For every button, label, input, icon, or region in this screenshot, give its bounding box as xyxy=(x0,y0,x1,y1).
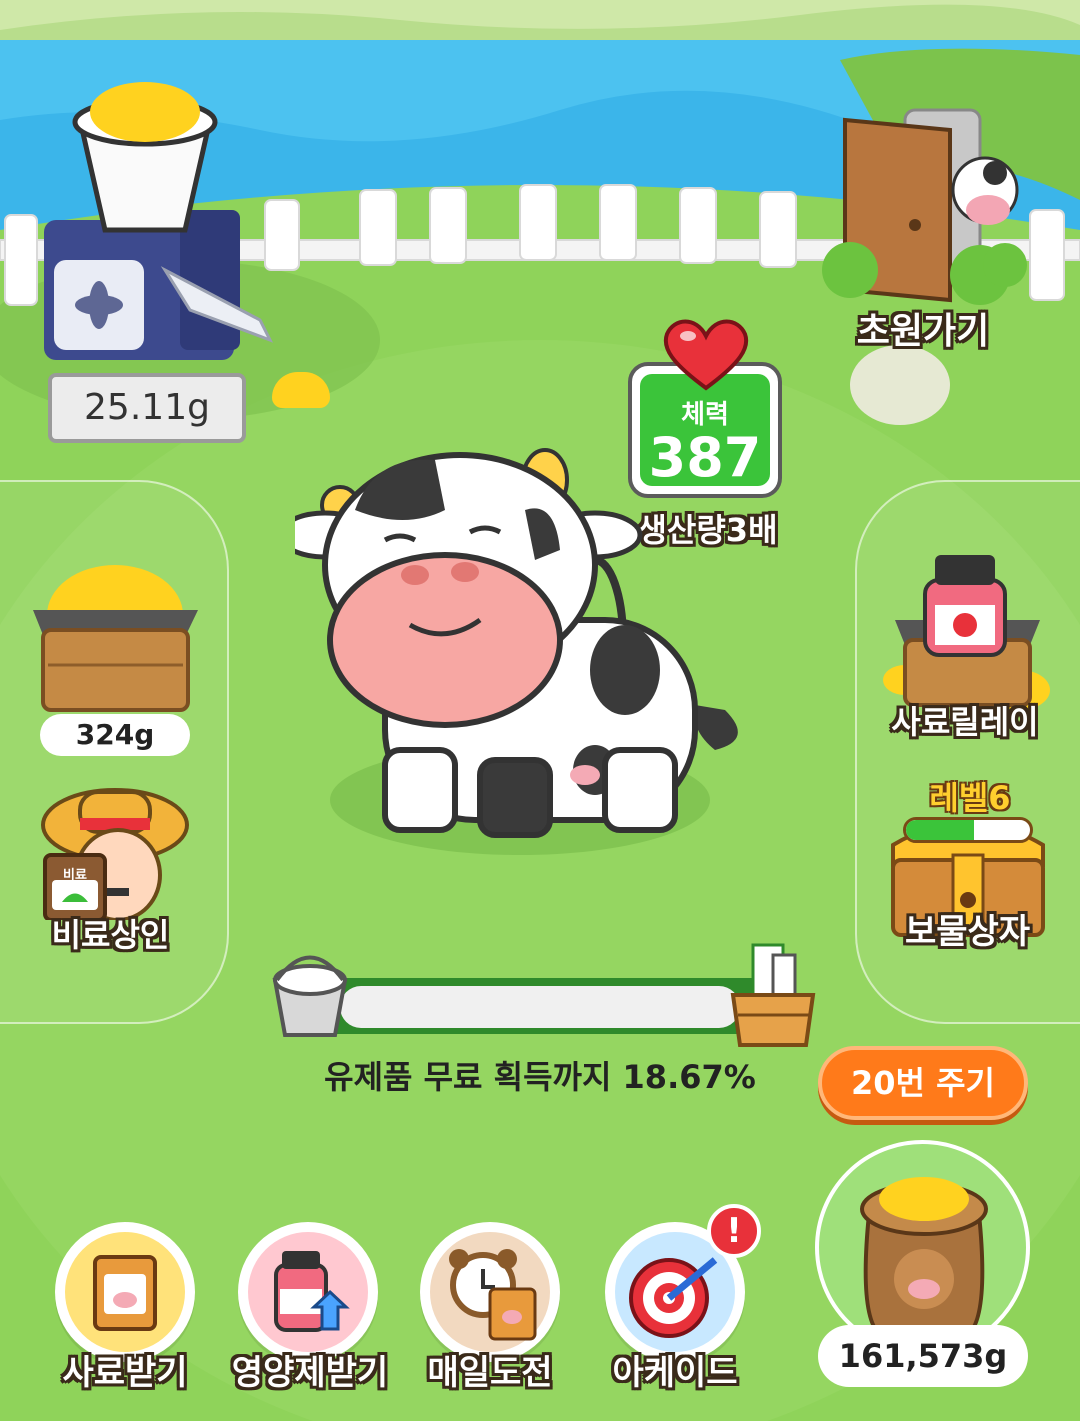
feeder-machine[interactable] xyxy=(40,80,280,370)
give-button-label: 20번 주기 xyxy=(851,1064,995,1102)
feed-box[interactable] xyxy=(28,555,203,715)
feeder-amount-plate: 25.11g xyxy=(48,373,246,443)
arcade-alert-text: ! xyxy=(726,1211,742,1251)
bottom-nav-get-feed[interactable] xyxy=(55,1222,195,1362)
bottom-nav-daily-challenge-label: 매일도전 xyxy=(427,1353,553,1393)
bottom-nav-get-supplement[interactable] xyxy=(238,1222,378,1362)
milk-progress-bar xyxy=(340,986,740,1028)
alarm-clock-icon xyxy=(449,1249,537,1341)
fertilizer-merchant[interactable]: 비료 xyxy=(40,770,195,922)
supplement-icon xyxy=(274,1251,350,1332)
treasure-chest-label: 보물상자 xyxy=(904,912,1031,952)
bottom-nav-daily-challenge[interactable] xyxy=(420,1222,560,1362)
dartboard-icon xyxy=(629,1257,718,1338)
feed-relay-label: 사료릴레이 xyxy=(891,703,1039,741)
feed-grinder-icon xyxy=(44,82,274,360)
dairy-basket-icon xyxy=(730,943,816,1047)
door-icon xyxy=(822,108,1027,425)
cow-icon xyxy=(277,448,738,838)
feed-bag-storage[interactable] xyxy=(815,1140,1030,1355)
milk-bucket-icon xyxy=(272,955,348,1037)
give-20-times-button[interactable]: 20번 주기 xyxy=(818,1046,1028,1120)
milk-progress-track xyxy=(300,978,770,1034)
bottom-nav-arcade-label: 아케이드 xyxy=(612,1353,738,1393)
feed-box-amount: 324g xyxy=(40,714,190,756)
fertilizer-merchant-label: 비료상인 xyxy=(51,916,170,954)
go-meadow-button[interactable] xyxy=(810,105,1040,435)
treasure-progress-track xyxy=(903,817,1033,843)
feed-bag-icon xyxy=(93,1255,157,1331)
heart-icon xyxy=(663,319,749,391)
bottom-nav-get-supplement-label: 영양제받기 xyxy=(231,1353,389,1393)
milk-progress-text: 유제품 무료 획득까지 18.67% xyxy=(324,1058,756,1096)
arcade-alert-badge: ! xyxy=(707,1204,761,1258)
supplement-bottle-icon xyxy=(883,555,1050,710)
fertilizer-bag-label: 비료 xyxy=(63,868,87,883)
go-meadow-label: 초원가기 xyxy=(856,311,990,352)
merchant-icon xyxy=(41,788,189,922)
treasure-progress-fill xyxy=(906,820,975,840)
feed-relay[interactable] xyxy=(880,550,1055,710)
feed-box-icon xyxy=(33,565,198,712)
feeder-amount: 25.11g xyxy=(84,387,210,428)
feed-bag-total: 161,573g xyxy=(818,1325,1028,1387)
feed-sack-icon xyxy=(860,1177,988,1336)
cow[interactable] xyxy=(277,440,755,840)
farm-scene: 25.11g 초원가기 체력 387 생산량3배 324g 비료 비료상인 사료… xyxy=(0,0,1080,1421)
bottom-nav-arcade[interactable]: ! xyxy=(605,1204,761,1362)
bottom-nav-get-feed-label: 사료받기 xyxy=(62,1353,188,1393)
